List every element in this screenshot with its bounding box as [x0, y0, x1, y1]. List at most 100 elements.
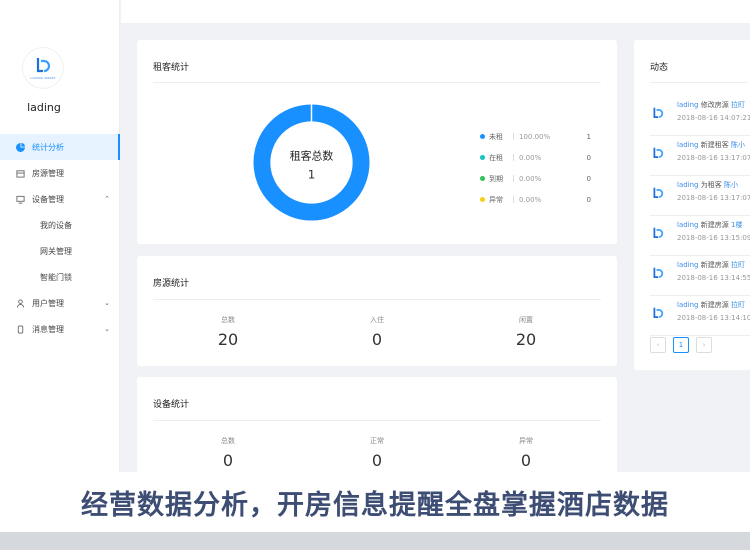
sidebar-item-statistics[interactable]: 统计分析 [0, 134, 120, 160]
activity-item: lading 为租客 陈小 2018-08-16 13:17:07 [650, 176, 750, 216]
sidebar-item-label: 智能门锁 [40, 272, 72, 282]
avatar-icon [652, 145, 664, 158]
avatar-icon [652, 305, 664, 318]
divider [650, 82, 748, 83]
sidebar-item-devices[interactable]: 设备管理 ⌃ [0, 186, 120, 212]
activity-time: 2018-08-16 13:17:07 [677, 154, 750, 162]
avatar-icon [652, 185, 664, 198]
card-title: 动态 [650, 63, 669, 73]
sidebar-item-label: 用户管理 [32, 298, 64, 308]
stat-abnormal: 异常 0 [476, 436, 576, 470]
activity-action: 修改房源 [700, 101, 729, 109]
sidebar-item-smart-locks[interactable]: 智能门锁 [0, 264, 120, 290]
activity-item: lading 修改房源 拉盯 2018-08-16 14:07:21 [650, 96, 750, 136]
divider [513, 196, 514, 203]
legend-item[interactable]: 未租 100.00% 1 [480, 126, 595, 147]
tenant-stats-card: 租客统计 租客总数 1 未租 100.00% 1 在租 0.00% 0 到期 0… [137, 40, 617, 244]
device-stats-card: 设备统计 总数 0 正常 0 异常 0 [137, 377, 617, 477]
stat-value: 0 [222, 451, 234, 470]
sidebar-item-label: 消息管理 [32, 324, 64, 334]
prev-page-button[interactable]: ‹ [650, 337, 666, 353]
tenant-donut-chart: 租客总数 1 [253, 103, 370, 221]
sidebar-item-label: 我的设备 [40, 220, 72, 230]
page-button[interactable]: 1 [673, 337, 689, 353]
activity-user[interactable]: lading [677, 301, 699, 309]
divider [153, 420, 601, 421]
activity-item: lading 新建租客 陈小 2018-08-16 13:17:07 [650, 136, 750, 176]
logo-text: LADING SMART [30, 75, 56, 80]
activity-target[interactable]: 陈小 [724, 181, 738, 189]
activity-text: lading 新建房源 拉盯 [677, 260, 745, 270]
sidebar-item-gateways[interactable]: 网关管理 [0, 238, 120, 264]
activity-text: lading 为租客 陈小 [677, 180, 738, 190]
activity-target[interactable]: 拉盯 [731, 301, 745, 309]
legend-percent: 0.00% [519, 174, 542, 183]
stat-value: 0 [520, 451, 532, 470]
divider [153, 82, 601, 83]
top-bar [121, 0, 750, 23]
banner-text: 经营数据分析，开房信息提醒全盘掌握酒店数据 [81, 489, 669, 521]
activity-text: lading 新建房源 1楼 [677, 220, 742, 230]
legend-item[interactable]: 到期 0.00% 0 [480, 168, 595, 189]
activity-time: 2018-08-16 13:14:10 [677, 314, 750, 322]
next-page-button[interactable]: › [696, 337, 712, 353]
legend-percent: 0.00% [519, 153, 542, 162]
house-stats-card: 房源统计 总数 20 入住 0 闲置 20 [137, 256, 617, 366]
sidebar-item-label: 统计分析 [32, 142, 64, 152]
card-title: 租客统计 [153, 63, 190, 73]
pie-chart-icon [16, 142, 25, 152]
sidebar-item-my-devices[interactable]: 我的设备 [0, 212, 120, 238]
legend-dot [480, 155, 485, 160]
activity-user[interactable]: lading [677, 141, 699, 149]
legend-item[interactable]: 在租 0.00% 0 [480, 147, 595, 168]
activity-action: 新建房源 [700, 261, 729, 269]
activity-target[interactable]: 陈小 [731, 141, 745, 149]
activity-target[interactable]: 1楼 [731, 221, 742, 229]
legend-value: 0 [586, 153, 591, 162]
chevron-down-icon: ⌄ [104, 325, 110, 333]
stat-label: 闲置 [519, 316, 533, 324]
activity-item: lading 新建房源 拉盯 2018-08-16 13:14:55 [650, 256, 750, 296]
divider [513, 175, 514, 182]
activity-user[interactable]: lading [677, 101, 699, 109]
sidebar-item-messages[interactable]: 消息管理 ⌄ [0, 316, 120, 342]
legend-item[interactable]: 异常 0.00% 0 [480, 189, 595, 210]
divider [513, 154, 514, 161]
pagination: ‹ 1 › [650, 337, 712, 353]
activity-action: 新建房源 [700, 301, 729, 309]
avatar-icon [652, 265, 664, 278]
chevron-down-icon: ⌄ [104, 299, 110, 307]
activity-time: 2018-08-16 13:17:07 [677, 194, 750, 202]
activity-user[interactable]: lading [677, 221, 699, 229]
legend-value: 0 [586, 174, 591, 183]
legend-percent: 100.00% [519, 132, 551, 141]
avatar-icon [652, 225, 664, 238]
activity-target[interactable]: 拉盯 [731, 261, 745, 269]
legend-value: 0 [586, 195, 591, 204]
activity-action: 新建房源 [700, 221, 729, 229]
activity-time: 2018-08-16 13:14:55 [677, 274, 750, 282]
activity-text: lading 新建租客 陈小 [677, 140, 745, 150]
sidebar-nav: 统计分析 房源管理 设备管理 ⌃ 我的设备 网关管理 智能门锁 用户管理 ⌄ 消… [0, 134, 120, 342]
donut-legend: 未租 100.00% 1 在租 0.00% 0 到期 0.00% 0 异常 0.… [480, 126, 595, 210]
house-icon [16, 169, 25, 178]
brand-logo: LADING SMART [23, 48, 63, 88]
activity-user[interactable]: lading [677, 261, 699, 269]
legend-name: 未租 [489, 132, 503, 141]
activity-target[interactable]: 拉盯 [731, 101, 745, 109]
bell-icon [16, 324, 25, 334]
sidebar-item-users[interactable]: 用户管理 ⌄ [0, 290, 120, 316]
activity-item: lading 新建房源 1楼 2018-08-16 13:15:09 [650, 216, 750, 256]
footer-strip [0, 532, 750, 550]
sidebar-item-label: 设备管理 [32, 194, 64, 204]
legend-name: 在租 [489, 153, 503, 162]
sidebar-item-houses[interactable]: 房源管理 [0, 160, 120, 186]
stat-value: 20 [217, 330, 239, 349]
stat-idle: 闲置 20 [476, 315, 576, 349]
legend-dot [480, 134, 485, 139]
stat-label: 正常 [370, 437, 384, 445]
legend-name: 异常 [489, 195, 503, 204]
donut-center-value: 1 [308, 167, 316, 181]
activity-user[interactable]: lading [677, 181, 699, 189]
legend-value: 1 [586, 132, 591, 141]
